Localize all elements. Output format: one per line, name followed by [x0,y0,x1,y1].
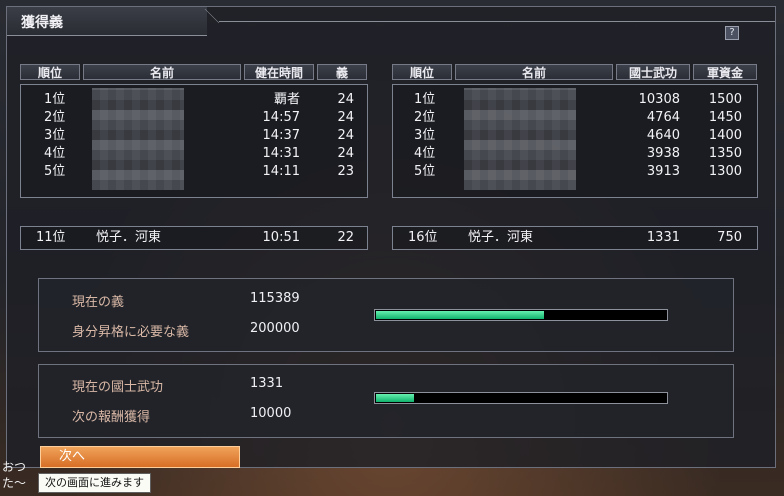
right-row-rank: 3位 [414,128,436,143]
current-gi-label: 現在の義 [72,295,125,310]
left-header-time: 健在時間 [244,64,314,80]
left-self-rank: 11位 [36,230,66,245]
right-self-gunshi: 750 [717,230,742,245]
bukou-progress-fill [376,394,414,402]
right-self-bukou: 1331 [646,230,680,245]
left-self-gi: 22 [337,230,354,245]
left-row-gi: 23 [337,164,354,179]
title-bar-line [219,21,775,22]
required-gi-value: 200000 [250,321,300,336]
left-row-gi: 24 [337,110,354,125]
window-title: 獲得義 [21,15,63,31]
left-row-rank: 3位 [44,128,66,143]
left-header-name: 名前 [83,64,241,80]
right-header-name: 名前 [455,64,613,80]
bukou-progress-bar [374,392,668,404]
right-row-bukou: 4640 [646,128,680,143]
left-names-mosaic [92,88,184,190]
right-header-gunshi: 軍資金 [693,64,757,80]
chat-text-line: おつ [2,460,27,474]
left-self-name: 悦子．河東 [96,230,162,245]
left-row-time: 14:37 [262,128,300,143]
left-self-time: 10:51 [262,230,300,245]
left-self-row [20,226,368,250]
right-row-bukou: 10308 [638,92,680,107]
right-row-gunshi: 1300 [708,164,742,179]
next-button[interactable]: 次へ [40,446,240,468]
left-header-gi: 義 [317,64,367,80]
current-gi-value: 115389 [250,291,300,306]
left-row-rank: 4位 [44,146,66,161]
left-ranking-panel [20,84,368,198]
right-row-gunshi: 1450 [708,110,742,125]
right-row-rank: 4位 [414,146,436,161]
right-header-rank: 順位 [392,64,452,80]
required-gi-label: 身分昇格に必要な義 [72,325,190,340]
right-row-rank: 5位 [414,164,436,179]
left-row-rank: 5位 [44,164,66,179]
help-icon[interactable]: ? [725,26,739,40]
left-row-time: 覇者 [273,92,300,107]
right-row-rank: 2位 [414,110,436,125]
chat-text-line: た〜 [2,476,27,490]
left-row-time: 14:11 [262,164,300,179]
right-row-bukou: 3913 [646,164,680,179]
left-row-gi: 24 [337,92,354,107]
right-row-gunshi: 1500 [708,92,742,107]
gi-progress-fill [376,311,544,319]
right-row-bukou: 3938 [646,146,680,161]
left-row-gi: 24 [337,146,354,161]
right-header-bukou: 國士武功 [616,64,690,80]
left-row-gi: 24 [337,128,354,143]
next-button-tooltip: 次の画面に進みます [38,473,151,493]
right-row-gunshi: 1400 [708,128,742,143]
next-reward-label: 次の報酬獲得 [72,410,151,425]
left-row-time: 14:31 [262,146,300,161]
right-row-rank: 1位 [414,92,436,107]
left-row-rank: 2位 [44,110,66,125]
right-self-name: 悦子．河東 [468,230,534,245]
left-row-time: 14:57 [262,110,300,125]
right-row-gunshi: 1350 [708,146,742,161]
left-row-rank: 1位 [44,92,66,107]
title-bar: 獲得義 [7,7,775,36]
right-row-bukou: 4764 [646,110,680,125]
gi-progress-bar [374,309,668,321]
next-reward-value: 10000 [250,406,292,421]
current-bukou-value: 1331 [250,376,284,391]
current-bukou-label: 現在の國士武功 [72,380,164,395]
right-names-mosaic [464,88,576,190]
left-header-rank: 順位 [20,64,80,80]
right-self-rank: 16位 [408,230,438,245]
